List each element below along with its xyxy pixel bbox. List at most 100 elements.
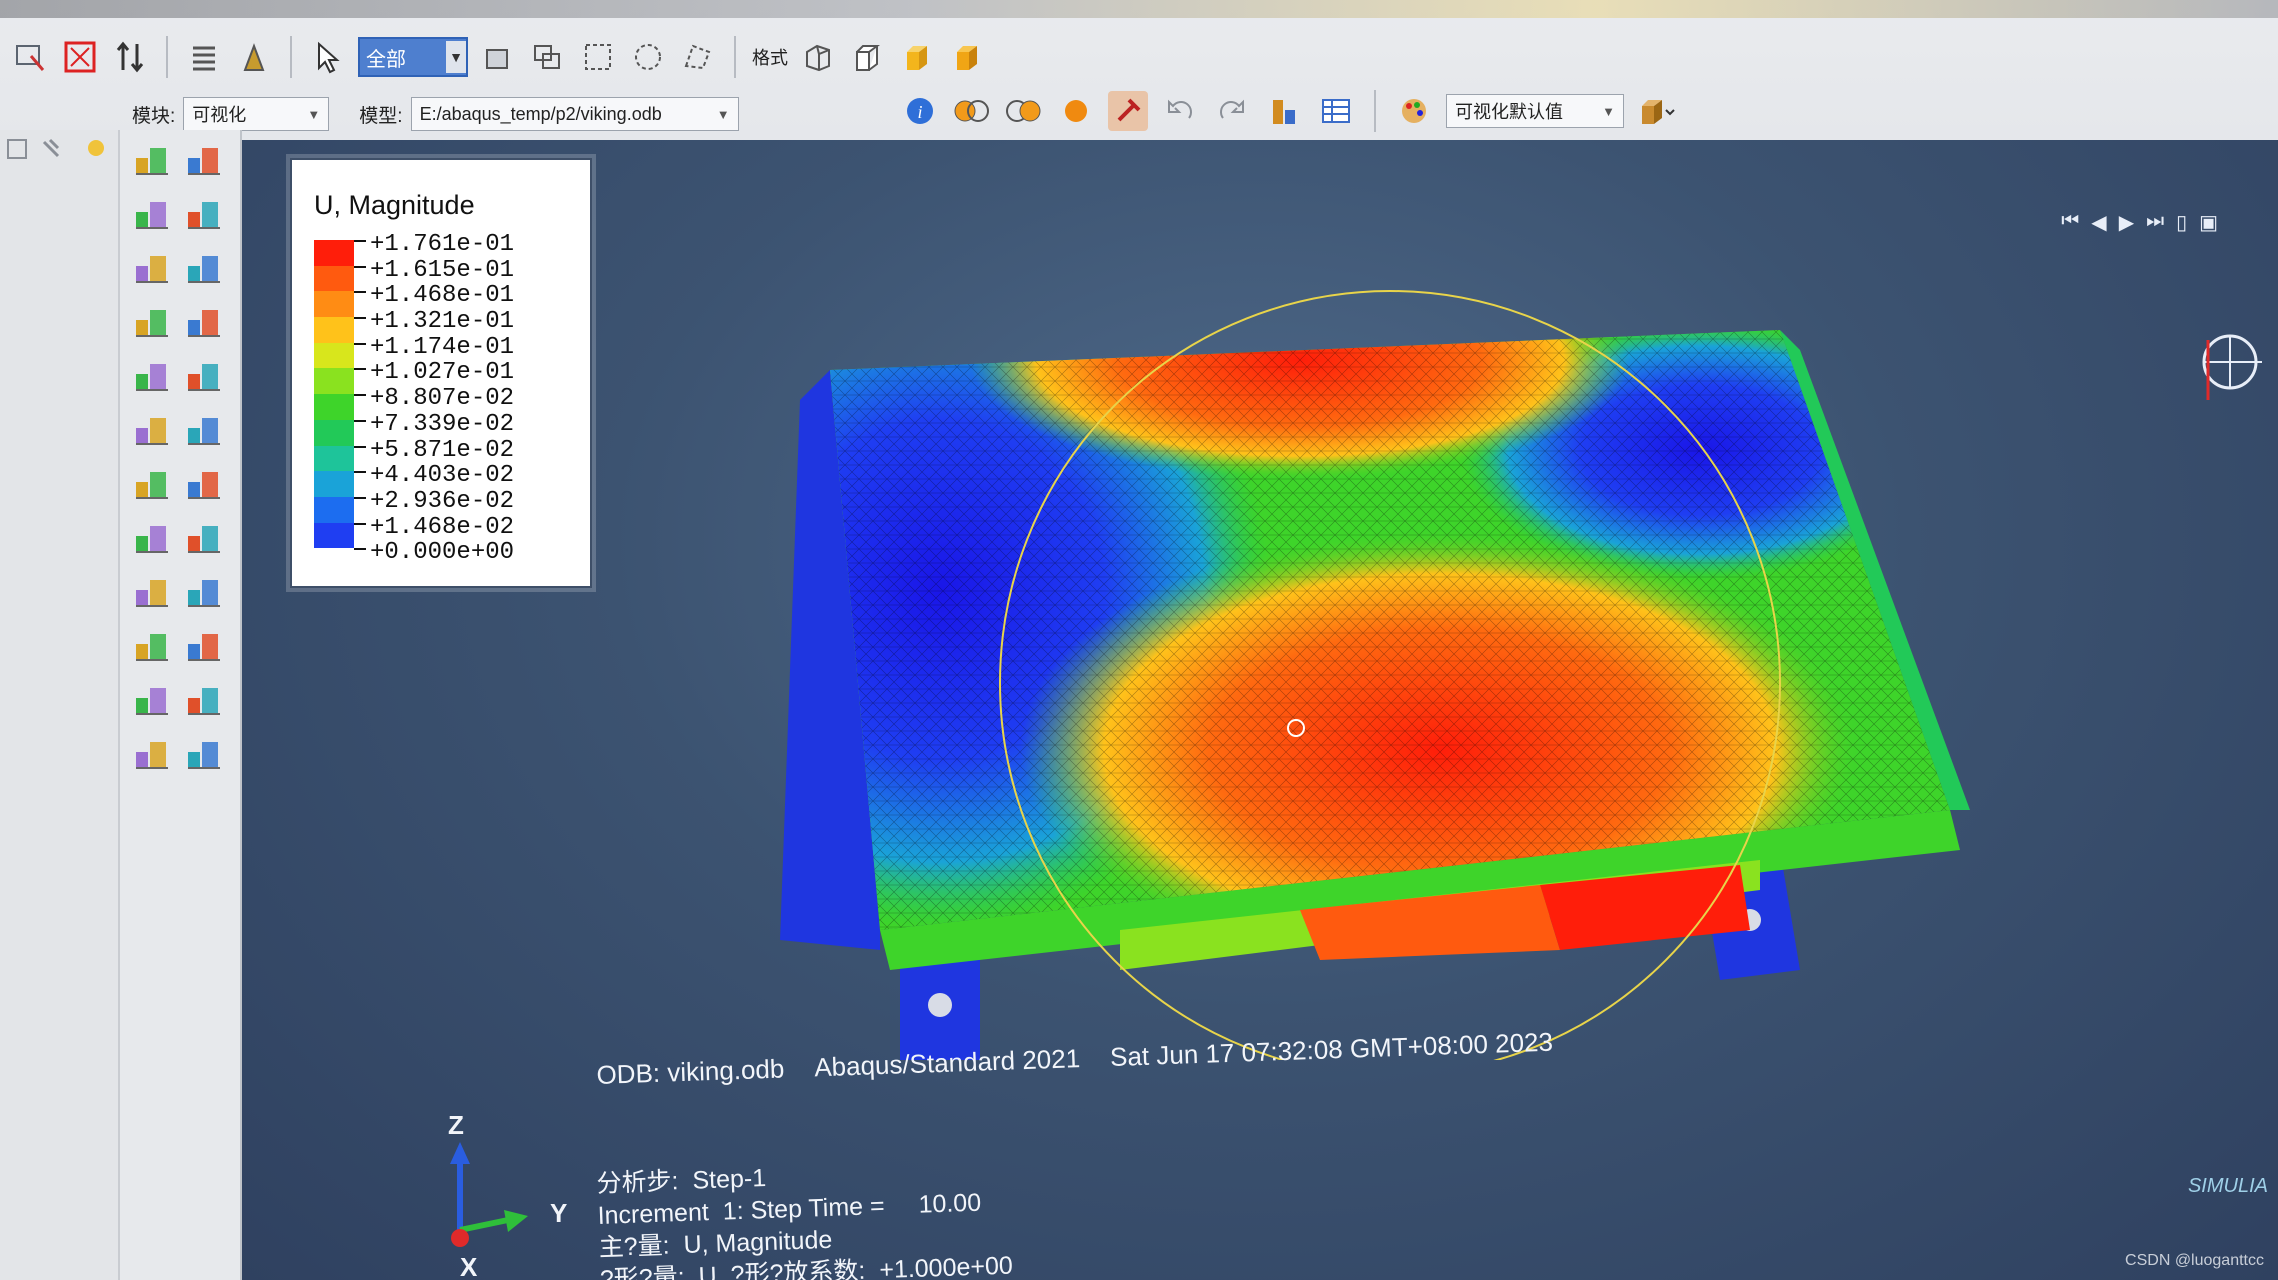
multi-select-icon[interactable]	[528, 37, 568, 77]
sphere-icon[interactable]	[1056, 91, 1096, 131]
view-cut-icon[interactable]	[132, 680, 172, 720]
triad-y-label: Y	[550, 1198, 568, 1228]
camera-icon[interactable]: ▣	[2199, 210, 2218, 235]
filled-icon[interactable]	[898, 37, 938, 77]
format-label[interactable]: 格式	[752, 44, 788, 70]
deformed-shape-icon[interactable]	[132, 140, 172, 180]
legend-value: +1.468e-01	[370, 282, 515, 310]
legend-value: +1.761e-01	[370, 231, 515, 258]
swap-icon[interactable]	[110, 37, 150, 77]
monitor-bezel	[0, 0, 2278, 18]
legend-tick	[354, 445, 366, 472]
display-group-icon[interactable]	[132, 626, 172, 666]
overlay-icon[interactable]	[952, 91, 992, 131]
free-body-icon[interactable]	[184, 356, 224, 396]
svg-text:i: i	[917, 102, 922, 122]
common-options-icon[interactable]	[184, 464, 224, 504]
step-frame-icon[interactable]	[184, 572, 224, 612]
animate-icon[interactable]	[184, 248, 224, 288]
redo-icon[interactable]	[1212, 91, 1252, 131]
legend-swatch	[314, 496, 354, 523]
shaded-icon[interactable]	[948, 37, 988, 77]
palette-icon[interactable]	[1394, 91, 1434, 131]
info-icon[interactable]: i	[900, 91, 940, 131]
deformed-var-value: U	[698, 1261, 718, 1280]
contour-icon[interactable]	[132, 194, 172, 234]
undeformed-shape-icon[interactable]	[184, 140, 224, 180]
auto-fit-icon[interactable]	[60, 37, 100, 77]
state-block: 分析步: Step-1 Increment 1: Step Time = 10.…	[596, 1154, 1013, 1280]
legend-tick	[354, 522, 366, 549]
hidden-line-icon[interactable]	[848, 37, 888, 77]
next-frame-icon[interactable]: ▶	[2119, 210, 2134, 235]
material-orientation-icon[interactable]	[132, 248, 172, 288]
first-frame-icon[interactable]: ⏮	[2061, 210, 2079, 235]
legend-tick	[354, 394, 366, 420]
legend-swatch	[314, 394, 354, 420]
legend-tick	[354, 291, 366, 317]
stack-bars-icon[interactable]	[1264, 91, 1304, 131]
scale-factor-icon[interactable]	[184, 734, 224, 774]
legend-tick	[354, 317, 366, 343]
list-icon[interactable]	[184, 37, 224, 77]
selection-filter-dropdown[interactable]: 全部 ▼	[358, 37, 468, 77]
query-icon[interactable]	[184, 410, 224, 450]
toolbar-separator	[1374, 90, 1376, 132]
legend-swatch	[314, 291, 354, 318]
rect-select-icon[interactable]	[578, 37, 618, 77]
legend-tick	[354, 240, 366, 266]
table-icon[interactable]	[1316, 91, 1356, 131]
legend-value: +4.403e-02	[370, 462, 515, 490]
legend-value: +1.468e-02	[370, 513, 515, 541]
legend-values: +1.761e-01 +1.615e-01 +1.468e-01 +1.321e-01…	[370, 232, 514, 566]
model-select[interactable]: E:/abaqus_temp/p2/viking.odb ▼	[410, 97, 739, 131]
module-label: 模块:	[132, 105, 176, 127]
superimpose-icon[interactable]	[132, 518, 172, 558]
undo-icon[interactable]	[1160, 91, 1200, 131]
viewport-layout-icon[interactable]: ▯	[2176, 210, 2187, 235]
result-options-icon[interactable]	[132, 464, 172, 504]
legend-value: +7.339e-02	[370, 410, 515, 438]
xy-data-icon[interactable]	[132, 302, 172, 342]
hammer-icon[interactable]	[1108, 91, 1148, 131]
path-icon[interactable]	[132, 356, 172, 396]
box-select-icon[interactable]	[478, 37, 518, 77]
abaqus-window: 全部 ▼ 格式 模块: 可视化 ▼ 模型: E:/abaqus_temp/p2/…	[0, 0, 2278, 1280]
circle-select-icon[interactable]	[628, 37, 668, 77]
chevron-down-icon: ▼	[446, 41, 466, 73]
xy-plot-icon[interactable]	[184, 302, 224, 342]
coordinate-triad: Z Y X	[420, 1110, 567, 1280]
primary-var-label: 主?量:	[598, 1231, 671, 1262]
last-frame-icon[interactable]: ⏭	[2146, 210, 2164, 235]
step-label: 分析步:	[596, 1167, 679, 1198]
wireframe-icon[interactable]	[798, 37, 838, 77]
module-select[interactable]: 可视化 ▼	[183, 97, 330, 131]
view-preset-value: 可视化默认值	[1455, 102, 1563, 122]
select-icon[interactable]	[10, 37, 50, 77]
increment-value: 1: Step Time =	[722, 1191, 886, 1226]
legend-value: +0.000e+00	[370, 539, 515, 567]
render-style-icon[interactable]	[1636, 91, 1676, 131]
time-history-icon[interactable]	[132, 734, 172, 774]
pointer-icon[interactable]	[308, 37, 348, 77]
stack-icon[interactable]	[234, 37, 274, 77]
legend-value: +5.871e-02	[370, 436, 515, 464]
contour-options-icon[interactable]	[184, 518, 224, 558]
legend-swatch	[314, 368, 354, 395]
model-tree-panel[interactable]	[0, 130, 120, 1280]
view-manipulator-icon[interactable]	[2170, 310, 2270, 410]
section-points-icon[interactable]	[184, 680, 224, 720]
previous-frame-icon[interactable]: ◀	[2091, 210, 2106, 235]
increment-label: Increment	[597, 1198, 710, 1230]
field-output-icon[interactable]	[132, 572, 172, 612]
superimpose-icon[interactable]	[1004, 91, 1044, 131]
probe-icon[interactable]	[132, 410, 172, 450]
symbol-icon[interactable]	[184, 194, 224, 234]
module-select-value: 可视化	[192, 105, 247, 125]
legend-swatch	[314, 471, 354, 497]
legend-swatch	[314, 240, 354, 266]
color-code-icon[interactable]	[184, 626, 224, 666]
view-preset-select[interactable]: 可视化默认值 ▼	[1446, 94, 1624, 128]
contour-plot[interactable]	[740, 290, 2000, 1060]
poly-select-icon[interactable]	[678, 37, 718, 77]
